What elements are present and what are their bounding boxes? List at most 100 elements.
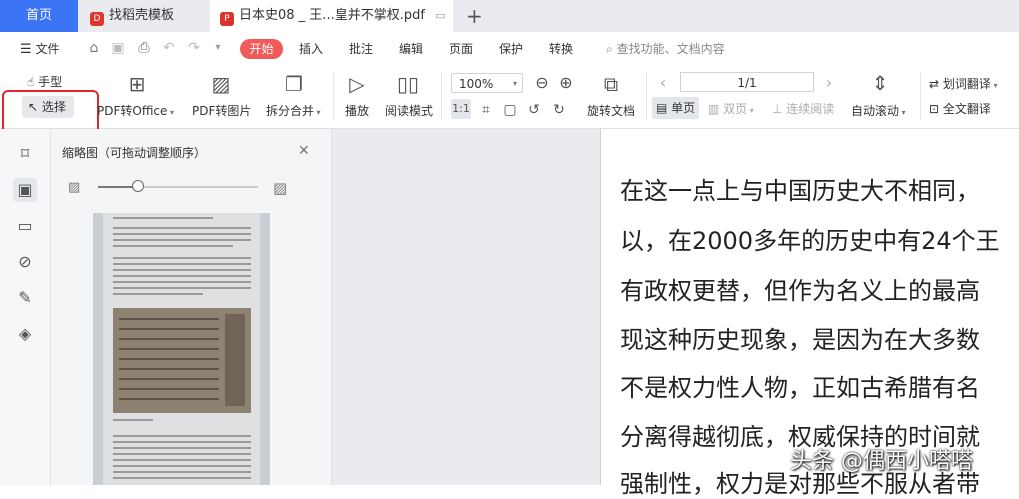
menu-protect[interactable]: 保护 bbox=[499, 32, 523, 66]
pdf-to-image-icon: ▨ bbox=[211, 72, 231, 96]
hand-tool[interactable]: ☝ 手型 bbox=[27, 73, 62, 90]
tab-home[interactable]: 首页 bbox=[0, 0, 78, 32]
auto-scroll-label: 自动滚动 bbox=[851, 104, 900, 118]
document-text-line: 不是权力性人物，正如古希腊有名 bbox=[620, 374, 980, 402]
hand-icon: ☝ bbox=[27, 75, 35, 89]
tab-document[interactable]: P日本史08 _ 王...皇并不掌权.pdf ▭ ✕ bbox=[210, 0, 453, 55]
zoom-select[interactable]: 100% ▾ bbox=[451, 73, 523, 93]
zoom-out-icon[interactable]: ⊖ bbox=[532, 72, 552, 94]
small-image-icon[interactable]: ▨ bbox=[68, 180, 80, 195]
single-page-icon: ▤ bbox=[656, 101, 668, 115]
actual-size-icon[interactable]: 1:1 bbox=[451, 99, 471, 119]
search-icon: ⌕ bbox=[606, 42, 613, 56]
menu-annotate[interactable]: 批注 bbox=[349, 32, 373, 66]
menu-page[interactable]: 页面 bbox=[449, 32, 473, 66]
tab-template[interactable]: D 找稻壳模板 bbox=[80, 0, 205, 32]
signature-icon[interactable]: ✎ bbox=[13, 286, 37, 310]
pdf-to-office-button[interactable]: PDF转Office ▾ bbox=[97, 102, 174, 119]
save-icon[interactable]: ▣ bbox=[110, 40, 126, 56]
continuous-label: 连续阅读 bbox=[786, 102, 835, 116]
start-tab[interactable]: 开始 bbox=[240, 39, 283, 59]
close-icon[interactable]: ✕ bbox=[298, 143, 310, 159]
full-translate-label: 全文翻译 bbox=[942, 102, 991, 116]
thumbnail-panel-title: 缩略图（可拖动调整顺序） bbox=[62, 146, 207, 160]
rotate-document-icon: ⧉ bbox=[603, 72, 619, 96]
layers-icon[interactable]: ◈ bbox=[13, 322, 37, 346]
rotate-document-button[interactable]: 旋转文档 bbox=[587, 102, 635, 119]
menu-edit[interactable]: 编辑 bbox=[399, 32, 423, 66]
watermark-text: 头条 @偶西小嗒嗒 bbox=[790, 449, 973, 474]
rotate-left-icon[interactable]: ↺ bbox=[525, 99, 543, 121]
attachment-icon[interactable]: ⊘ bbox=[13, 250, 37, 274]
search-box[interactable]: ⌕ 查找功能、文档内容 bbox=[606, 32, 725, 66]
next-page-icon[interactable]: › bbox=[822, 72, 836, 94]
double-page-button[interactable]: ▥ 双页 ▾ bbox=[708, 100, 754, 117]
rotate-right-icon[interactable]: ↻ bbox=[550, 99, 568, 121]
split-merge-label: 拆分合并 bbox=[266, 104, 315, 118]
play-icon: ▷ bbox=[349, 72, 365, 96]
page-thumbnail[interactable] bbox=[93, 213, 270, 485]
pdf-to-image-button[interactable]: PDF转图片 bbox=[192, 102, 251, 119]
large-image-icon[interactable]: ▨ bbox=[273, 179, 287, 197]
docer-icon: D bbox=[90, 12, 104, 26]
thumbnail-newspaper-photo bbox=[113, 308, 251, 413]
divider bbox=[920, 72, 921, 120]
pdf-icon: P bbox=[220, 12, 234, 26]
comment-icon[interactable]: ▭ bbox=[13, 214, 37, 238]
divider bbox=[333, 72, 334, 120]
thumbnail-icon[interactable]: ▣ bbox=[13, 178, 37, 202]
print-icon[interactable]: ⎙ bbox=[136, 40, 152, 56]
screen-icon[interactable]: ▭ bbox=[435, 9, 445, 22]
file-menu[interactable]: ☰ 文件 bbox=[20, 32, 60, 66]
double-page-icon: ▥ bbox=[708, 102, 720, 116]
zoom-in-icon[interactable]: ⊕ bbox=[556, 72, 576, 94]
bookmark-icon[interactable]: ⌑ bbox=[13, 142, 37, 166]
pdf-to-office-icon: ⊞ bbox=[128, 72, 146, 96]
redo-icon[interactable]: ↷ bbox=[186, 40, 202, 56]
book-icon: ▯▯ bbox=[396, 72, 419, 96]
double-page-label: 双页 bbox=[723, 102, 748, 116]
tab-template-label: 找稻壳模板 bbox=[109, 8, 175, 23]
full-translate-button[interactable]: ⊡ 全文翻译 bbox=[929, 100, 991, 117]
undo-icon[interactable]: ↶ bbox=[161, 40, 177, 56]
fit-page-icon[interactable]: ⌗ bbox=[477, 99, 495, 121]
document-background bbox=[332, 129, 600, 485]
thumbnail-page-image bbox=[103, 213, 260, 485]
pdf-to-office-label: PDF转Office bbox=[97, 104, 168, 118]
split-merge-button[interactable]: 拆分合并 ▾ bbox=[266, 102, 321, 119]
split-merge-icon: ❐ bbox=[285, 72, 303, 96]
auto-scroll-icon: ⇕ bbox=[871, 71, 889, 95]
menu-convert[interactable]: 转换 bbox=[549, 32, 573, 66]
chevron-down-icon[interactable]: ▾ bbox=[210, 40, 226, 56]
document-text-line: 以，在2000多年的历史中有24个王 bbox=[620, 227, 1000, 255]
tab-document-label: 日本史08 _ 王...皇并不掌权.pdf bbox=[239, 8, 425, 23]
read-mode-button[interactable]: 阅读模式 bbox=[385, 102, 433, 119]
search-placeholder: 查找功能、文档内容 bbox=[616, 42, 725, 56]
hand-label: 手型 bbox=[38, 75, 63, 89]
single-page-label: 单页 bbox=[671, 101, 696, 115]
full-translate-icon: ⊡ bbox=[929, 102, 940, 116]
new-tab-button[interactable]: + bbox=[466, 0, 483, 32]
fit-width-icon[interactable]: ▢ bbox=[501, 99, 519, 121]
word-translate-button[interactable]: ⇄ 划词翻译 ▾ bbox=[929, 75, 997, 92]
document-text-line: 现这种历史现象，是因为在大多数 bbox=[620, 326, 980, 354]
page-number-input[interactable]: 1/1 bbox=[680, 72, 814, 92]
divider bbox=[646, 72, 647, 120]
prev-page-icon[interactable]: ‹ bbox=[656, 72, 670, 94]
open-folder-icon[interactable]: ⌂ bbox=[86, 40, 102, 56]
file-menu-label: 文件 bbox=[35, 42, 60, 56]
word-translate-label: 划词翻译 bbox=[942, 77, 991, 91]
continuous-icon: ⊥ bbox=[772, 102, 783, 116]
divider bbox=[441, 72, 442, 120]
auto-scroll-button[interactable]: 自动滚动 ▾ bbox=[851, 102, 906, 119]
play-button[interactable]: 播放 bbox=[345, 102, 369, 119]
menu-insert[interactable]: 插入 bbox=[299, 32, 323, 66]
document-text-line: 在这一点上与中国历史大不相同， bbox=[620, 177, 980, 205]
continuous-read-button[interactable]: ⊥ 连续阅读 bbox=[772, 100, 834, 117]
single-page-button[interactable]: ▤ 单页 bbox=[652, 97, 700, 119]
slider-handle[interactable] bbox=[132, 180, 144, 192]
translate-icon: ⇄ bbox=[929, 77, 940, 91]
hamburger-icon: ☰ bbox=[20, 42, 32, 57]
zoom-value: 100% bbox=[459, 77, 494, 91]
document-text-line: 有政权更替，但作为名义上的最高 bbox=[620, 277, 980, 305]
